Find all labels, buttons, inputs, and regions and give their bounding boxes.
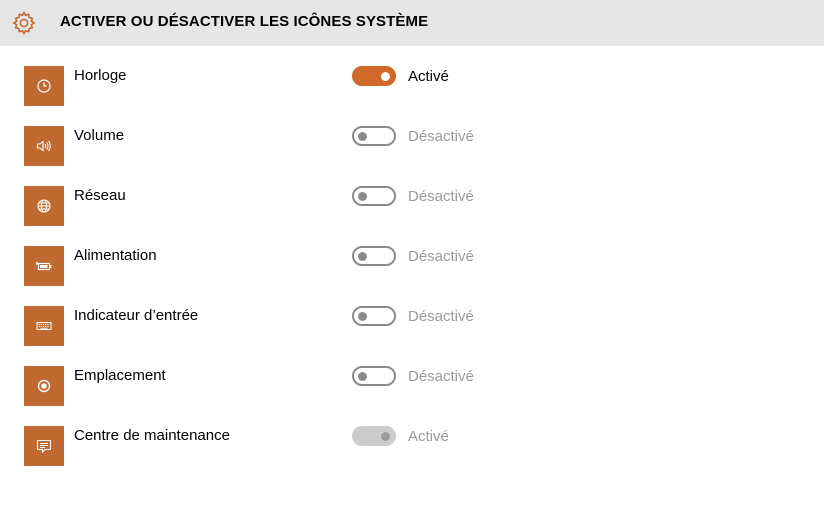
battery-icon — [36, 262, 52, 271]
toggle-state-text: Désactivé — [408, 248, 474, 265]
setting-label: Horloge — [74, 67, 127, 84]
toggle-knob — [381, 72, 390, 81]
toggle-state-text: Désactivé — [408, 128, 474, 145]
setting-row-indicateur-entree: Indicateur d’entrée Désactivé — [0, 300, 824, 360]
setting-label: Volume — [74, 127, 125, 144]
action-center-icon — [36, 439, 52, 454]
battery-tile — [24, 246, 64, 286]
centre-maintenance-toggle — [352, 426, 396, 446]
clock-tile — [24, 66, 64, 106]
globe-icon — [37, 199, 51, 213]
toggle-knob — [358, 312, 367, 321]
toggle-state-text: Activé — [408, 68, 449, 85]
indicateur-entree-toggle[interactable] — [352, 306, 396, 326]
toggle-knob — [358, 192, 367, 201]
toggle-knob — [358, 132, 367, 141]
gear-icon — [12, 10, 36, 36]
toggle-knob — [381, 432, 390, 441]
keyboard-icon — [36, 322, 52, 330]
toggle-knob — [358, 252, 367, 261]
toggle-state-text: Désactivé — [408, 308, 474, 325]
horloge-toggle[interactable] — [352, 66, 396, 86]
toggle-knob — [358, 372, 367, 381]
emplacement-toggle[interactable] — [352, 366, 396, 386]
toggle-state-text: Désactivé — [408, 368, 474, 385]
setting-label: Indicateur d’entrée — [74, 307, 199, 324]
setting-row-horloge: Horloge Activé — [0, 60, 824, 120]
setting-label: Centre de maintenance — [74, 427, 230, 444]
setting-row-emplacement: Emplacement Désactivé — [0, 360, 824, 420]
setting-row-centre-maintenance: Centre de maintenance Activé — [0, 420, 824, 480]
setting-row-reseau: Réseau Désactivé — [0, 180, 824, 240]
location-tile — [24, 366, 64, 406]
toggle-state-text: Activé — [408, 428, 449, 445]
page-header: ACTIVER OU DÉSACTIVER LES ICÔNES SYSTÈME — [0, 0, 824, 46]
globe-tile — [24, 186, 64, 226]
page-title: ACTIVER OU DÉSACTIVER LES ICÔNES SYSTÈME — [60, 13, 429, 30]
clock-icon — [37, 79, 51, 93]
speaker-icon — [36, 140, 51, 152]
setting-label: Emplacement — [74, 367, 166, 384]
volume-toggle[interactable] — [352, 126, 396, 146]
setting-label: Alimentation — [74, 247, 157, 264]
action-center-tile — [24, 426, 64, 466]
speaker-tile — [24, 126, 64, 166]
location-icon — [37, 379, 51, 393]
reseau-toggle[interactable] — [352, 186, 396, 206]
setting-row-volume: Volume Désactivé — [0, 120, 824, 180]
setting-row-alimentation: Alimentation Désactivé — [0, 240, 824, 300]
toggle-state-text: Désactivé — [408, 188, 474, 205]
keyboard-tile — [24, 306, 64, 346]
alimentation-toggle[interactable] — [352, 246, 396, 266]
setting-label: Réseau — [74, 187, 126, 204]
